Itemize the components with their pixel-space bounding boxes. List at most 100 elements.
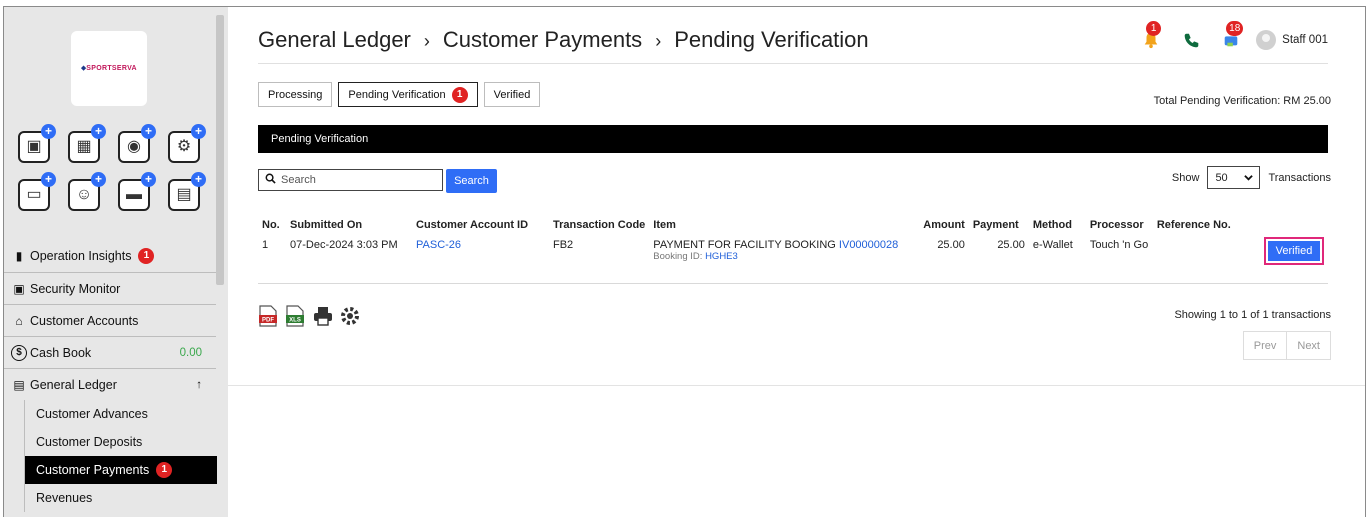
col-transaction-code: Transaction Code (553, 219, 646, 231)
collapse-arrow-icon[interactable]: ↑ (196, 379, 202, 391)
col-no: No. (262, 219, 280, 231)
show-label: Show (1171, 171, 1200, 184)
page-size-value: 50 (1215, 171, 1228, 184)
app-window: ⬥SPORTSERVA ▣ + ▦ + ◉ + ⚙ + ▭ + ☺ + ▬ + ▤ + ▮ Op… (3, 6, 1366, 517)
cashier-icon: ◉ (127, 138, 141, 155)
breadcrumb-separator: › (655, 31, 662, 51)
user-name[interactable]: Staff 001 (1282, 34, 1328, 46)
sidebar-item-label: Customer Accounts (30, 313, 139, 328)
col-method: Method (1032, 219, 1072, 231)
calendar-icon: ▦ (76, 138, 92, 155)
call-button[interactable] (1180, 29, 1202, 51)
sidebar-subitem-customer-advances[interactable]: Customer Advances (25, 400, 216, 428)
cell-amount: 25.00 (919, 235, 969, 284)
col-action (1247, 215, 1328, 235)
sidebar-item-general-ledger[interactable]: ▤ General Ledger ↑ (4, 368, 216, 400)
sidebar-subitem-label: Customer Advances (36, 407, 148, 421)
home-icon: ⌂ (15, 313, 23, 328)
search-button[interactable]: Search (446, 169, 497, 193)
search-bar: Search Search (258, 167, 497, 193)
export-pdf-button[interactable]: PDF (258, 305, 278, 327)
sidebar-scrollbar[interactable] (216, 15, 224, 285)
sidebar-subitem-label: Customer Deposits (36, 435, 143, 449)
col-customer-account-id: Customer Account ID (416, 219, 529, 231)
verified-button[interactable]: Verified (1264, 237, 1324, 265)
quick-action-barcode-card[interactable]: ▬ + (118, 172, 156, 211)
table-row: 1 07-Dec-2024 3:03 PM PASC-26 FB2 PAYMEN… (258, 235, 1328, 284)
sidebar-item-label: Cash Book (30, 345, 92, 360)
quick-action-member[interactable]: ☺ + (68, 172, 106, 211)
pdf-icon: PDF (259, 305, 277, 327)
breadcrumb-separator: › (423, 31, 430, 51)
cell-action: Verified (1246, 235, 1328, 284)
sidebar-subitem-revenues[interactable]: Revenues (25, 484, 216, 512)
quick-action-cashier[interactable]: ◉ + (118, 124, 156, 163)
item-description: PAYMENT FOR FACILITY BOOKING (653, 239, 836, 251)
quick-action-id-card[interactable]: ▣ + (18, 124, 56, 163)
sidebar-item-cash-book[interactable]: $ Cash Book 0.00 (4, 336, 216, 368)
table-header-row: No. Submitted On Customer Account ID Tra… (258, 215, 1328, 235)
content-divider (228, 385, 1365, 386)
total-pending-verification: Total Pending Verification: RM 25.00 (1153, 95, 1331, 107)
transactions-label: Transactions (1268, 171, 1331, 184)
search-input[interactable]: Search (258, 169, 443, 191)
sidebar-subitem-customer-deposits[interactable]: Customer Deposits (25, 428, 216, 456)
next-page-button[interactable]: Next (1287, 331, 1331, 360)
cell-submitted-on: 07-Dec-2024 3:03 PM (286, 235, 412, 284)
tab-pending-verification[interactable]: Pending Verification 1 (338, 82, 478, 107)
sidebar: ⬥SPORTSERVA ▣ + ▦ + ◉ + ⚙ + ▭ + ☺ + ▬ + ▤ + ▮ Op… (4, 7, 228, 517)
settings-button[interactable] (339, 305, 359, 327)
sidebar-menu: ▮ Operation Insights 1 ▣ Security Monito… (4, 240, 217, 512)
col-reference-no: Reference No. (1156, 219, 1231, 231)
quick-action-calendar[interactable]: ▦ + (68, 124, 106, 163)
id-card-icon: ▣ (26, 138, 42, 155)
chevron-down-icon (1244, 175, 1254, 181)
ledger-icon: ▤ (13, 377, 25, 392)
tab-verified[interactable]: Verified (483, 82, 541, 107)
messages-button[interactable]: 18 (1220, 21, 1244, 51)
export-xls-button[interactable]: XLS (285, 305, 305, 327)
page-title: Pending Verification (674, 27, 869, 52)
tab-label: Pending Verification (348, 88, 446, 101)
breadcrumb-general-ledger[interactable]: General Ledger (258, 27, 411, 52)
general-ledger-submenu: Customer Advances Customer Deposits Cust… (24, 400, 217, 512)
quick-action-login[interactable]: ▤ + (168, 172, 206, 211)
next-label: Next (1297, 339, 1320, 352)
cell-customer-account-link[interactable]: PASC-26 (412, 235, 549, 284)
tab-processing[interactable]: Processing (258, 82, 333, 107)
search-icon (265, 173, 276, 187)
notification-button[interactable]: 1 (1140, 21, 1162, 51)
quick-action-key-card[interactable]: ▭ + (18, 172, 56, 211)
plus-icon: + (141, 124, 156, 139)
sidebar-item-customer-accounts[interactable]: ⌂ Customer Accounts (4, 304, 216, 336)
plus-icon: + (191, 124, 206, 139)
cell-transaction-code: FB2 (549, 235, 650, 284)
col-item: Item (653, 219, 676, 231)
invoice-link[interactable]: IV00000028 (839, 239, 898, 251)
svg-text:XLS: XLS (289, 318, 301, 324)
breadcrumb: General Ledger › Customer Payments › Pending… (258, 27, 869, 53)
plus-icon: + (91, 124, 106, 139)
sidebar-item-security-monitor[interactable]: ▣ Security Monitor (4, 272, 216, 304)
key-card-icon: ▭ (26, 186, 42, 203)
sidebar-subitem-customer-payments[interactable]: Customer Payments 1 (25, 456, 217, 484)
tab-badge: 1 (451, 86, 468, 103)
gym-icon: ⚙ (176, 138, 192, 155)
booking-id-link[interactable]: HGHE3 (705, 251, 738, 262)
page-size-select[interactable]: 50 (1207, 166, 1261, 189)
sidebar-subitem-label: Revenues (36, 491, 93, 505)
messages-badge: 18 (1226, 21, 1244, 36)
chart-icon: ▮ (15, 249, 23, 263)
avatar[interactable] (1256, 30, 1277, 50)
login-icon: ▤ (176, 186, 192, 203)
prev-page-button[interactable]: Prev (1242, 331, 1288, 360)
xls-icon: XLS (286, 305, 304, 327)
header-actions: 1 18 Staff 001 (1122, 21, 1328, 51)
breadcrumb-customer-payments[interactable]: Customer Payments (443, 27, 642, 52)
quick-action-gym[interactable]: ⚙ + (168, 124, 206, 163)
print-button[interactable] (312, 305, 332, 327)
sidebar-item-operation-insights[interactable]: ▮ Operation Insights 1 (4, 240, 216, 272)
search-placeholder: Search (281, 174, 316, 186)
plus-icon: + (191, 172, 206, 187)
brand-logo: ⬥SPORTSERVA (71, 31, 147, 106)
